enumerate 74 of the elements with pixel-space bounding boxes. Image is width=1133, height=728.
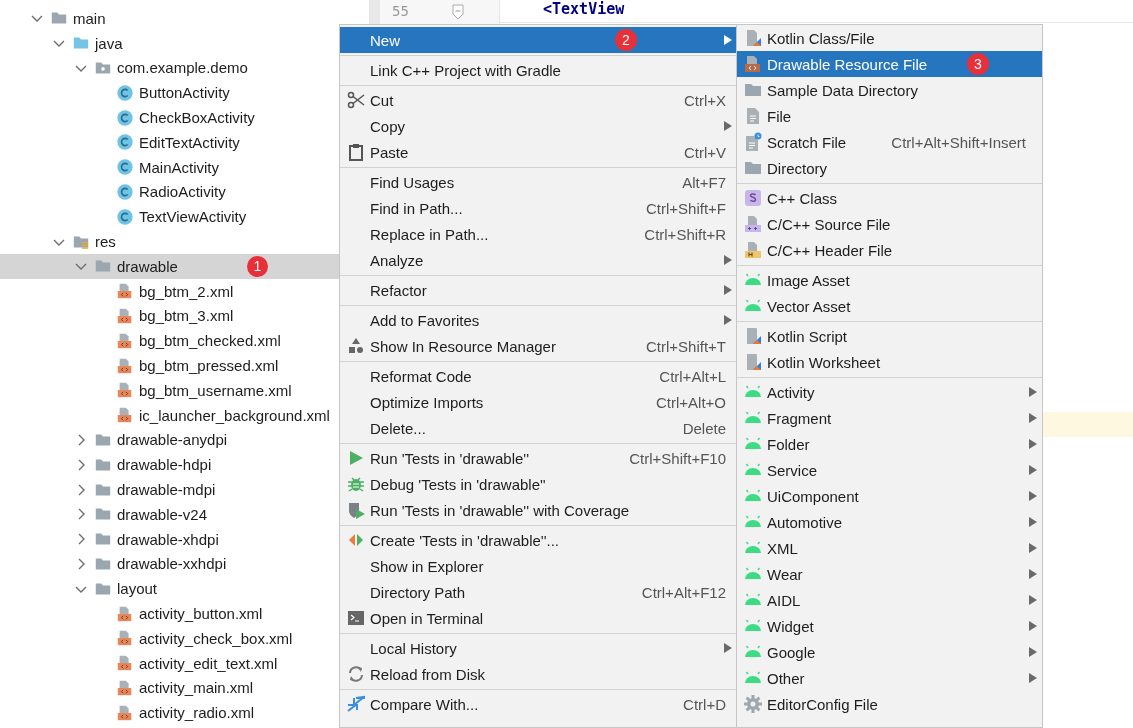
shortcut-label: Ctrl+Shift+F [644, 199, 726, 217]
shortcut-label: Ctrl+Alt+Shift+Insert [890, 133, 1026, 151]
menu-item[interactable]: Image Asset [737, 267, 1042, 293]
code-line: <TextView [500, 0, 1133, 23]
shortcut-label: Ctrl+X [682, 91, 726, 109]
step-badge: 1 [247, 255, 268, 277]
menu-item[interactable]: Sample Data Directory [737, 77, 1042, 103]
class-icon [116, 83, 134, 102]
code-file-icon [742, 54, 763, 74]
shortcut-label: Ctrl+Shift+T [644, 337, 726, 355]
menu-item[interactable]: Directory [737, 155, 1042, 181]
shortcut-label: Delete [681, 419, 726, 437]
menu-item[interactable]: Kotlin Class/File [737, 25, 1042, 51]
menu-item[interactable]: Vector Asset [737, 293, 1042, 319]
xml-file-icon [116, 306, 134, 325]
menu-item[interactable]: C++ Class [737, 185, 1042, 211]
scissors-icon [345, 90, 366, 110]
menu-item[interactable]: AIDL [737, 587, 1042, 613]
menu-item[interactable]: Wear [737, 561, 1042, 587]
xml-file-icon [116, 331, 134, 350]
menu-item[interactable]: Kotlin Worksheet [737, 349, 1042, 375]
class-icon [116, 207, 134, 226]
menu-item[interactable]: Link C++ Project with Gradle [340, 57, 737, 83]
step-badge: 2 [615, 29, 637, 51]
fold-marker-icon[interactable] [452, 4, 464, 20]
menu-item[interactable]: Folder [737, 431, 1042, 457]
menu-item[interactable]: EditorConfig File [737, 691, 1042, 717]
class-icon [116, 158, 134, 177]
xml-file-icon [116, 406, 134, 425]
shortcut-label: Ctrl+Alt+F12 [640, 583, 726, 601]
menu-item[interactable]: Refactor [340, 277, 737, 303]
shortcut-label: Ctrl+Alt+L [658, 367, 726, 385]
xml-file-icon [116, 381, 134, 400]
bug-icon [345, 474, 366, 494]
xml-file-icon [116, 654, 134, 673]
shortcut-label: Ctrl+V [682, 143, 726, 161]
class-icon [116, 182, 134, 201]
menu-item[interactable]: XML [737, 535, 1042, 561]
xml-file-icon [116, 356, 134, 375]
xml-file-icon [116, 629, 134, 648]
class-icon [116, 133, 134, 152]
arrows-icon [345, 694, 366, 714]
menu-item[interactable]: Automotive [737, 509, 1042, 535]
header-file-icon [742, 240, 763, 260]
terminal-icon [345, 608, 366, 628]
class-icon [116, 108, 134, 127]
menu-item[interactable]: Widget [737, 613, 1042, 639]
menu-item[interactable]: File [737, 103, 1042, 129]
menu-item[interactable]: C/C++ Header File [737, 237, 1042, 263]
menu-item[interactable]: Service [737, 457, 1042, 483]
xml-file-icon [116, 678, 134, 697]
menu-item[interactable]: Activity [737, 379, 1042, 405]
xml-file-icon [116, 703, 134, 722]
xml-file-icon [116, 604, 134, 623]
menu-item[interactable]: Drawable Resource File 3 [737, 51, 1042, 77]
shortcut-label: Ctrl+D [682, 695, 726, 713]
menu-item[interactable]: Scratch File Ctrl+Alt+Shift+Insert [737, 129, 1042, 155]
xml-file-icon [116, 282, 134, 301]
line-number: 55 [392, 2, 410, 21]
class-icon [742, 188, 763, 208]
cpp-file-icon [742, 214, 763, 234]
menu-item[interactable]: Google [737, 639, 1042, 665]
step-badge: 3 [967, 53, 989, 75]
menu-item[interactable]: Fragment [737, 405, 1042, 431]
menu-item[interactable]: UiComponent [737, 483, 1042, 509]
menu-item[interactable]: Other [737, 665, 1042, 691]
shortcut-label: Ctrl+Alt+O [654, 393, 726, 411]
menu-item[interactable]: C/C++ Source File [737, 211, 1042, 237]
shortcut-label: Alt+F7 [681, 173, 726, 191]
menu-item[interactable]: New 2 [340, 27, 737, 53]
menu-item[interactable]: Kotlin Script [737, 323, 1042, 349]
gear-icon [742, 694, 763, 714]
shortcut-label: Ctrl+Shift+F10 [628, 449, 726, 467]
shortcut-label: Ctrl+Shift+R [643, 225, 726, 243]
